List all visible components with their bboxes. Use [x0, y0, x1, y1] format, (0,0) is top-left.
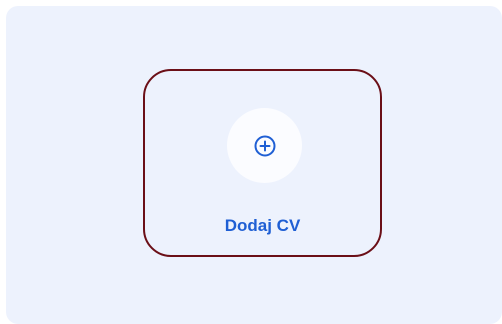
add-cv-button[interactable]: Dodaj CV	[143, 69, 382, 257]
add-cv-panel: Dodaj CV	[6, 6, 502, 324]
plus-circle-icon	[254, 135, 275, 156]
add-icon-container	[227, 108, 302, 183]
add-cv-label: Dodaj CV	[224, 216, 301, 235]
